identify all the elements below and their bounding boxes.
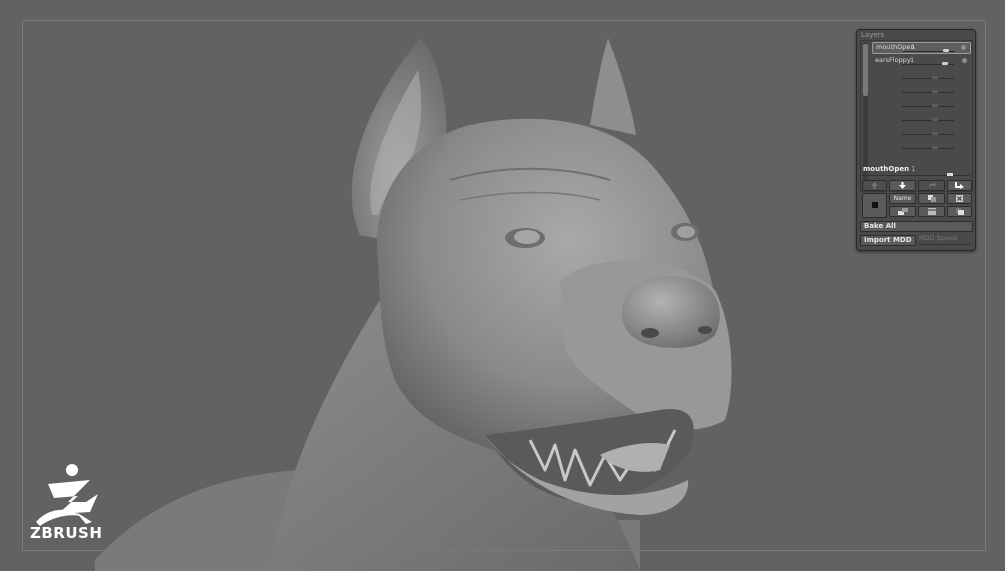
layer-slider-knob[interactable] bbox=[942, 62, 948, 65]
active-layer-value: 1 bbox=[911, 165, 916, 173]
layer-row-empty[interactable] bbox=[872, 140, 971, 152]
split-icon bbox=[927, 208, 936, 215]
layer-slider bbox=[902, 148, 954, 149]
arrow-up-icon bbox=[871, 182, 878, 189]
active-layer-label: mouthOpen 1 bbox=[863, 165, 916, 173]
layer-slider bbox=[902, 78, 954, 79]
duplicate-layer-button[interactable] bbox=[918, 193, 945, 204]
layer-slider bbox=[902, 120, 954, 121]
layer-slider-knob[interactable] bbox=[943, 49, 949, 52]
record-layer-button[interactable] bbox=[862, 193, 887, 218]
merge-down-icon bbox=[897, 208, 908, 215]
layer-row-empty[interactable] bbox=[872, 112, 971, 124]
copy-icon bbox=[955, 208, 964, 215]
layer-slider-knob bbox=[932, 90, 938, 93]
eye-icon[interactable] bbox=[961, 45, 966, 50]
delete-layer-button[interactable] bbox=[947, 193, 972, 204]
layer-slider-knob bbox=[932, 118, 938, 121]
active-layer-name: mouthOpen bbox=[863, 165, 910, 173]
active-layer-slider-knob[interactable] bbox=[947, 173, 953, 176]
merge-down-button[interactable] bbox=[889, 206, 916, 217]
rename-layer-button[interactable]: Name bbox=[889, 193, 916, 204]
layer-slider bbox=[902, 106, 954, 107]
layer-row-empty[interactable] bbox=[872, 98, 971, 110]
layer-row-earsFloppy[interactable]: earsFloppy 1 bbox=[872, 56, 971, 68]
zbrush-logo-text: ZBRUSH bbox=[30, 524, 103, 542]
layers-panel: Layers mouthOpen 1 earsFloppy 1 mouthOpe… bbox=[856, 29, 976, 251]
layer-slider-knob bbox=[932, 146, 938, 149]
layer-row-empty[interactable] bbox=[872, 70, 971, 82]
arrow-down-icon bbox=[899, 182, 906, 189]
export-layer-button[interactable] bbox=[947, 180, 972, 191]
redo-icon bbox=[928, 182, 936, 188]
move-layer-up-button[interactable] bbox=[862, 180, 887, 191]
duplicate-icon bbox=[927, 195, 936, 202]
export-icon bbox=[955, 182, 964, 189]
copy-layer-button[interactable] bbox=[947, 206, 972, 217]
layer-slider-knob bbox=[932, 76, 938, 79]
layer-slider bbox=[902, 92, 954, 93]
record-icon bbox=[871, 202, 878, 208]
bake-all-button[interactable]: Bake All bbox=[860, 221, 973, 232]
eye-icon[interactable] bbox=[962, 58, 967, 63]
layer-row-empty[interactable] bbox=[872, 126, 971, 138]
mdd-speed-label: MDD Speed bbox=[919, 234, 958, 242]
active-layer-slider[interactable] bbox=[862, 175, 970, 176]
split-layer-button[interactable] bbox=[918, 206, 945, 217]
layer-row-empty[interactable] bbox=[872, 84, 971, 96]
layer-slider-knob bbox=[932, 132, 938, 135]
viewport-frame bbox=[22, 20, 986, 551]
redo-button[interactable] bbox=[918, 180, 945, 191]
mdd-speed-slider[interactable] bbox=[919, 244, 971, 245]
layer-row-mouthOpen[interactable]: mouthOpen 1 bbox=[872, 42, 971, 54]
layer-slider bbox=[902, 134, 954, 135]
move-layer-down-button[interactable] bbox=[889, 180, 916, 191]
layer-slider-knob bbox=[932, 104, 938, 107]
delete-icon bbox=[956, 195, 963, 202]
import-mdd-button[interactable]: Import MDD bbox=[860, 235, 916, 246]
layers-panel-title: Layers bbox=[861, 31, 885, 39]
layers-scrollbar-thumb[interactable] bbox=[863, 44, 868, 96]
